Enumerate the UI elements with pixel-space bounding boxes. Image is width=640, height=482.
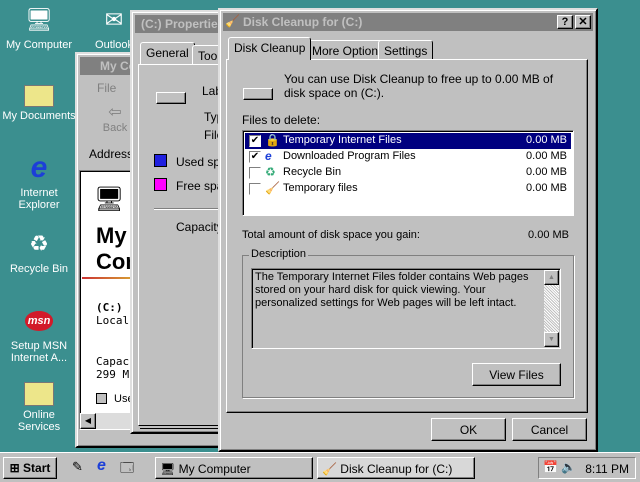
cleanup-icon: 🧹 — [265, 181, 280, 195]
computer-icon: 🖥 — [25, 7, 53, 32]
taskbar: ⊞ Start ✎ e 🗔 🖥 My Computer 🧹 Disk Clean… — [0, 452, 640, 482]
computer-icon: 🖥 — [94, 186, 125, 213]
drive-icon — [156, 92, 186, 104]
close-button[interactable]: ✕ — [575, 15, 591, 29]
start-button[interactable]: ⊞ Start — [3, 457, 57, 479]
used-legend — [96, 393, 107, 404]
disk-cleanup-icon: 🧹 — [225, 14, 240, 28]
files-list[interactable]: ✔ 🔒 Temporary Internet Files 0.00 MB ✔ e Down… — [242, 130, 574, 216]
desktop-icon-online-services[interactable]: Online Services — [0, 378, 79, 433]
checkbox[interactable]: ✔ — [249, 135, 261, 147]
outlook-icon: ✉ — [104, 7, 124, 32]
checkbox[interactable] — [249, 167, 261, 179]
view-files-button[interactable]: View Files — [472, 363, 561, 386]
title-bar[interactable]: 🧹 Disk Cleanup for (C:) ? ✕ — [223, 13, 593, 31]
back-arrow-icon: ⇦ — [108, 104, 122, 121]
desktop-icon-msn[interactable]: msn Setup MSN Internet A... — [0, 305, 79, 364]
quick-launch-desktop-icon[interactable]: ✎ — [72, 459, 83, 475]
scroll-down-icon[interactable]: ▼ — [544, 332, 559, 347]
taskbar-disk-cleanup[interactable]: 🧹 Disk Cleanup for (C:) — [317, 457, 475, 479]
cancel-button[interactable]: Cancel — [512, 418, 587, 441]
scheduler-icon[interactable]: 📅 — [543, 460, 558, 474]
lock-icon: 🔒 — [265, 133, 280, 147]
system-tray: 📅 🔈 8:11 PM — [538, 457, 636, 479]
folder-icon — [24, 85, 54, 107]
description-text: The Temporary Internet Files folder cont… — [251, 268, 561, 349]
msn-icon: msn — [23, 305, 55, 337]
ok-button[interactable]: OK — [431, 418, 506, 441]
taskbar-my-computer[interactable]: 🖥 My Computer — [155, 457, 313, 479]
address-label: Address — [89, 147, 134, 161]
scroll-up-icon[interactable]: ▲ — [544, 270, 559, 285]
tab-panel: You can use Disk Cleanup to free up to 0… — [226, 59, 588, 413]
ie-icon: e — [30, 151, 48, 184]
vertical-scrollbar[interactable]: ▲ ▼ — [544, 270, 559, 347]
checkbox[interactable]: ✔ — [249, 151, 261, 163]
desktop-icon-recycle-bin[interactable]: ♻ Recycle Bin — [0, 228, 79, 275]
clock[interactable]: 8:11 PM — [585, 462, 629, 476]
scroll-left-button[interactable]: ◀ — [80, 413, 96, 429]
tab-disk-cleanup[interactable]: Disk Cleanup — [228, 37, 312, 60]
tab-general[interactable]: General — [140, 42, 195, 64]
checkbox[interactable] — [249, 183, 261, 195]
computer-icon: 🖥 — [160, 462, 176, 476]
free-space-swatch — [154, 178, 167, 191]
recycle-bin-icon: ♻ — [29, 231, 49, 256]
file-menu[interactable]: File — [97, 81, 116, 95]
list-item[interactable]: 🧹 Temporary files 0.00 MB — [245, 181, 571, 197]
list-item[interactable]: ✔ e Downloaded Program Files 0.00 MB — [245, 149, 571, 165]
quick-launch-channels-icon[interactable]: 🗔 — [120, 459, 134, 481]
folder-icon — [24, 382, 54, 406]
tab-settings[interactable]: Settings — [378, 40, 434, 60]
desktop-icon-my-computer[interactable]: 🖥 My Computer — [0, 4, 79, 51]
used-space-swatch — [154, 154, 167, 167]
ie-page-icon: e — [265, 149, 272, 163]
quick-launch-ie-icon[interactable]: e — [97, 457, 106, 475]
list-item[interactable]: ♻ Recycle Bin 0.00 MB — [245, 165, 571, 181]
drive-icon — [243, 88, 273, 100]
recycle-bin-icon: ♻ — [265, 165, 276, 179]
description-group: Description The Temporary Internet Files… — [242, 248, 574, 398]
desktop-icon-my-documents[interactable]: My Documents — [0, 79, 79, 122]
disk-cleanup-window[interactable]: 🧹 Disk Cleanup for (C:) ? ✕ Disk Cleanup… — [218, 8, 598, 452]
back-button[interactable]: ⇦ Back — [97, 102, 133, 134]
volume-icon[interactable]: 🔈 — [561, 460, 576, 474]
windows-logo-icon: ⊞ — [9, 461, 20, 475]
help-button[interactable]: ? — [557, 15, 573, 29]
list-item[interactable]: ✔ 🔒 Temporary Internet Files 0.00 MB — [245, 133, 571, 149]
cleanup-icon: 🧹 — [322, 462, 337, 476]
desktop-icon-internet-explorer[interactable]: e Internet Explorer — [0, 151, 79, 211]
